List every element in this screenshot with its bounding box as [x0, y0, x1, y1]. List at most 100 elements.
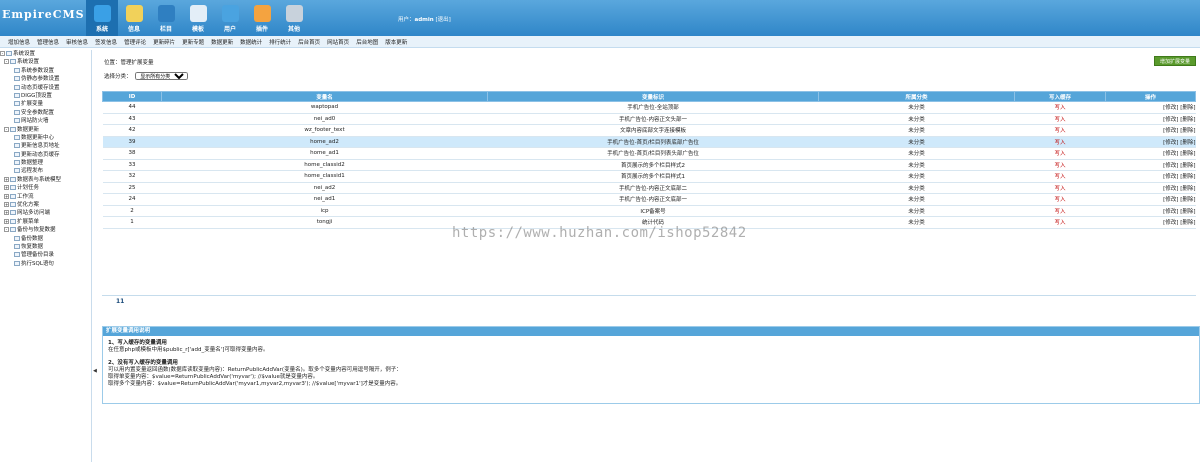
subnav-link[interactable]: 数据统计	[240, 38, 262, 46]
subnav-link[interactable]: 后台首页	[298, 38, 320, 46]
cell-cache[interactable]: 写入	[1014, 216, 1106, 229]
sidebar-tree-item[interactable]: + 扩展菜单	[0, 218, 91, 226]
cell-cache[interactable]: 写入	[1014, 147, 1106, 160]
cell-ops[interactable]: [修改] [删除]	[1105, 113, 1196, 125]
expand-icon[interactable]: +	[4, 202, 9, 208]
sidebar-tree-item[interactable]: + 数据表与系统模型	[0, 176, 91, 184]
cell-cache[interactable]: 写入	[1014, 124, 1106, 137]
collapse-icon[interactable]: -	[4, 126, 9, 132]
sidebar-tree-item[interactable]: + 工作流	[0, 193, 91, 201]
cell-ops[interactable]: [修改] [删除]	[1105, 101, 1196, 114]
collapse-icon[interactable]: -	[0, 51, 5, 56]
sidebar-tree-item[interactable]: 系统参数设置	[0, 67, 91, 75]
sidebar-tree-item[interactable]: + 计划任务	[0, 184, 91, 192]
table-row[interactable]: 43 nei_ad0 手机广告位-内容正文头部一 未分类 写入 [修改] [删除]	[102, 113, 1196, 125]
cell-ops[interactable]: [修改] [删除]	[1105, 216, 1196, 229]
cell-ops[interactable]: [修改] [删除]	[1105, 205, 1196, 217]
table-row[interactable]: 24 nei_ad1 手机广告位-内容正文底部一 未分类 写入 [修改] [删除]	[102, 193, 1196, 206]
cell-ops[interactable]: [修改] [删除]	[1105, 159, 1196, 171]
sidebar-tree-item[interactable]: - 系统设置	[0, 50, 91, 58]
sidebar-tree-item[interactable]: + 网站多访问端	[0, 209, 91, 217]
sidebar-tree-item[interactable]: DIGG顶设置	[0, 92, 91, 100]
subnav-link[interactable]: 审核信息	[66, 38, 88, 46]
subnav-link[interactable]: 数据更新	[211, 38, 233, 46]
nav-item-0[interactable]: 系统	[86, 0, 118, 36]
sidebar-tree-item[interactable]: 扩展变量	[0, 100, 91, 108]
expand-icon[interactable]: +	[4, 210, 9, 216]
sidebar-tree-item[interactable]: - 备份与恢复数据	[0, 226, 91, 234]
subnav-link[interactable]: 更新专题	[182, 38, 204, 46]
table-row[interactable]: 38 home_ad1 手机广告位-首页/栏目列表头部广告位 未分类 写入 [修改] [删…	[102, 147, 1196, 160]
cell-name: nei_ad2	[161, 182, 488, 194]
file-icon	[14, 160, 20, 166]
sidebar-tree-item[interactable]: - 数据更新	[0, 126, 91, 134]
subnav-link[interactable]: 管理评论	[124, 38, 146, 46]
cell-ops[interactable]: [修改] [删除]	[1105, 170, 1196, 183]
subnav-link[interactable]: 增加信息	[8, 38, 30, 46]
subnav-link[interactable]: 网站首页	[327, 38, 349, 46]
table-row[interactable]: 42 wz_footer_text 文章内容底部文字连接模板 未分类 写入 [修改] [删…	[102, 124, 1196, 137]
cell-ops[interactable]: [修改] [删除]	[1105, 182, 1196, 194]
expand-icon[interactable]: +	[4, 185, 9, 191]
table-row[interactable]: 44 waptopad 手机广告位-全站顶部 未分类 写入 [修改] [删除]	[102, 101, 1196, 114]
nav-item-5[interactable]: 插件	[246, 0, 278, 36]
add-variable-button[interactable]: 增加扩展变量	[1154, 56, 1196, 66]
subnav-link[interactable]: 更新碎片	[153, 38, 175, 46]
cell-ops[interactable]: [修改] [删除]	[1105, 147, 1196, 160]
sidebar-tree-item[interactable]: 更新信息页地址	[0, 142, 91, 150]
cell-cache[interactable]: 写入	[1014, 159, 1106, 171]
sidebar-tree-item[interactable]: 数据整理	[0, 159, 91, 167]
cell-cache[interactable]: 写入	[1014, 101, 1106, 114]
sidebar-tree-item[interactable]: 更新动态页缓存	[0, 151, 91, 159]
collapse-sidebar-icon[interactable]: ◀	[93, 368, 97, 374]
sidebar-tree-item[interactable]: 动态页缓存设置	[0, 84, 91, 92]
cell-cache[interactable]: 写入	[1014, 170, 1106, 183]
subnav-link[interactable]: 版本更新	[385, 38, 407, 46]
nav-item-6[interactable]: 其他	[278, 0, 310, 36]
sidebar-tree-item[interactable]: 管理备份目录	[0, 251, 91, 259]
cell-ops[interactable]: [修改] [删除]	[1105, 124, 1196, 137]
sidebar-tree-item[interactable]: 数据更新中心	[0, 134, 91, 142]
subnav-link[interactable]: 签发信息	[95, 38, 117, 46]
sidebar-tree-item[interactable]: 网站防火墙	[0, 117, 91, 125]
table-row[interactable]: 33 home_classid2 首页展示的多个栏目样式2 未分类 写入 [修改] [删除…	[102, 159, 1196, 171]
sidebar-tree-item[interactable]: 远程发布	[0, 167, 91, 175]
subnav-link[interactable]: 排行统计	[269, 38, 291, 46]
sidebar-tree-item[interactable]: 执行SQL语句	[0, 260, 91, 268]
nav-item-2[interactable]: 栏目	[150, 0, 182, 36]
cell-cache[interactable]: 写入	[1014, 113, 1106, 125]
collapse-icon[interactable]: -	[4, 59, 9, 65]
table-row[interactable]: 39 home_ad2 手机广告位-首页/栏目列表底部广告位 未分类 写入 [修改] [删…	[102, 136, 1196, 148]
category-select[interactable]: 显示所有分类	[135, 72, 189, 80]
expand-icon[interactable]: +	[4, 193, 9, 199]
nav-item-3[interactable]: 模板	[182, 0, 214, 36]
table-row[interactable]: 32 home_classid1 首页展示的多个栏目样式1 未分类 写入 [修改] [删除…	[102, 170, 1196, 183]
cell-ops[interactable]: [修改] [删除]	[1105, 136, 1196, 148]
sidebar-tree-item[interactable]: 恢复数据	[0, 243, 91, 251]
cell-cache[interactable]: 写入	[1014, 205, 1106, 217]
subnav-link[interactable]: 管理信息	[37, 38, 59, 46]
sidebar-tree-item[interactable]: 安全参数配置	[0, 109, 91, 117]
sidebar-tree-item[interactable]: 伪静态参数设置	[0, 75, 91, 83]
expand-icon[interactable]: +	[4, 176, 9, 182]
cell-cache[interactable]: 写入	[1014, 193, 1106, 206]
empirecms-logo[interactable]: EmpireCMS	[2, 8, 85, 21]
sidebar-tree-item[interactable]: + 优化方案	[0, 201, 91, 209]
nav-item-4[interactable]: 用户	[214, 0, 246, 36]
col-id[interactable]: ID	[102, 91, 162, 102]
col-cache: 写入缓存	[1014, 91, 1106, 102]
nav-item-1[interactable]: 信息	[118, 0, 150, 36]
subnav-link[interactable]: 后台地图	[356, 38, 378, 46]
sidebar-tree-item[interactable]: 备份数据	[0, 235, 91, 243]
folder-icon	[10, 227, 16, 233]
nav-label: 模板	[191, 26, 204, 33]
logout-link[interactable]: [退出]	[435, 17, 450, 23]
table-row[interactable]: 25 nei_ad2 手机广告位-内容正文底部二 未分类 写入 [修改] [删除]	[102, 182, 1196, 194]
cell-ops[interactable]: [修改] [删除]	[1105, 193, 1196, 206]
collapse-icon[interactable]: -	[4, 227, 9, 233]
table-row[interactable]: 2 icp ICP备案号 未分类 写入 [修改] [删除]	[102, 205, 1196, 217]
expand-icon[interactable]: +	[4, 218, 9, 224]
cell-cache[interactable]: 写入	[1014, 182, 1106, 194]
cell-cache[interactable]: 写入	[1014, 136, 1106, 148]
sidebar-tree-item[interactable]: - 系统设置	[0, 58, 91, 66]
